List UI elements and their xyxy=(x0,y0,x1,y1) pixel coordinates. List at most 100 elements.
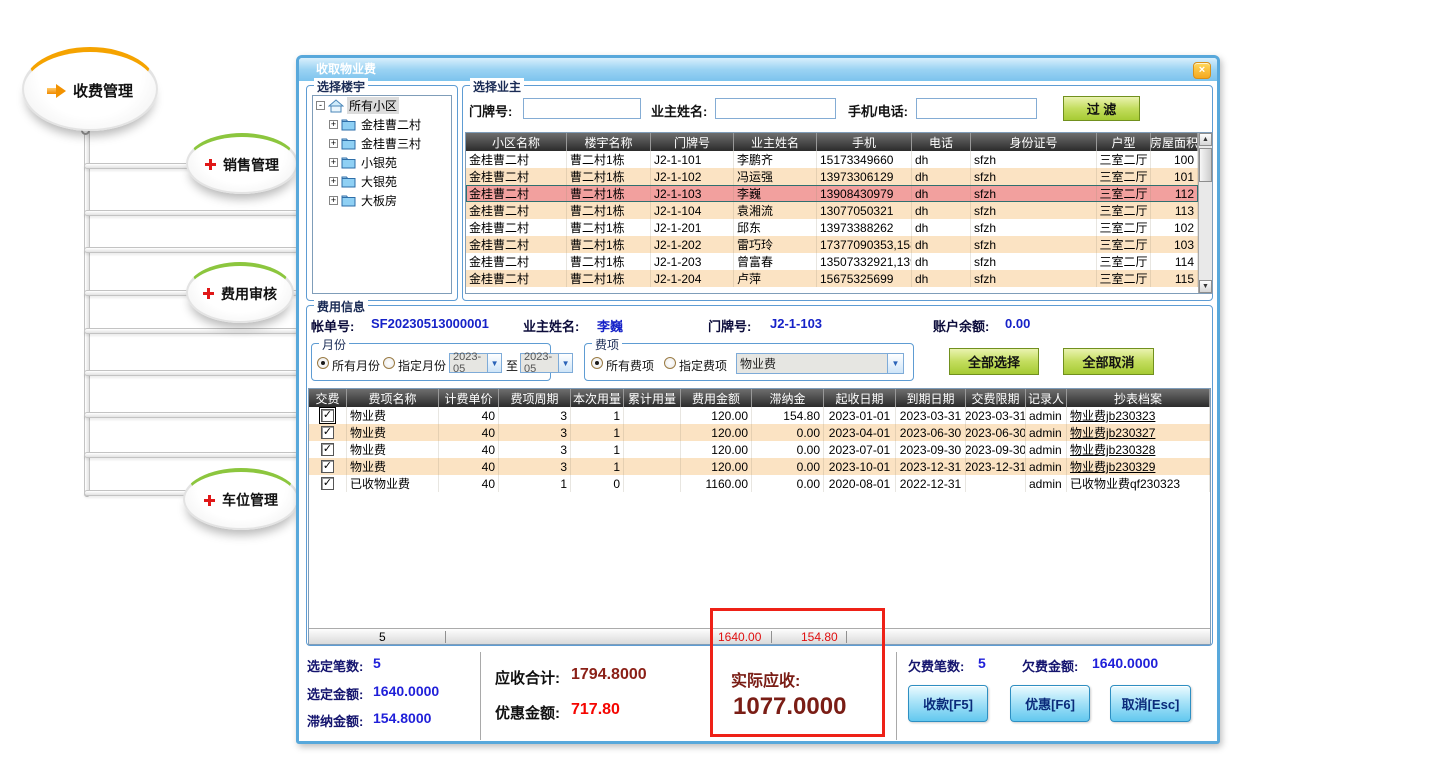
tree-item-label[interactable]: 小银苑 xyxy=(359,154,399,171)
nav-bubble-parking-management[interactable]: 车位管理 xyxy=(183,468,299,530)
tree-collapse-icon[interactable]: - xyxy=(316,101,325,110)
column-header[interactable]: 费项周期 xyxy=(499,389,571,407)
nav-bubble-fee-audit[interactable]: 费用审核 xyxy=(186,262,294,323)
fee-item-select[interactable]: 物业费 ▼ xyxy=(736,353,904,374)
all-items-radio[interactable] xyxy=(591,357,603,369)
column-header[interactable]: 费用金额 xyxy=(681,389,752,407)
close-icon[interactable]: × xyxy=(1193,62,1211,79)
tree-item[interactable]: + 大板房 xyxy=(313,191,451,210)
tree-item-label[interactable]: 金桂曹三村 xyxy=(359,135,423,152)
tree-expand-icon[interactable]: + xyxy=(329,196,338,205)
tree-item-label[interactable]: 大银苑 xyxy=(359,173,399,190)
owner-row[interactable]: 金桂曹二村曹二村1栋J2-1-102冯运强13973306129dhsfzh三室… xyxy=(466,168,1198,185)
column-header[interactable]: 费项名称 xyxy=(347,389,439,407)
scroll-up-icon[interactable]: ▲ xyxy=(1199,133,1212,146)
column-header[interactable]: 起收日期 xyxy=(824,389,896,407)
tree-expand-icon[interactable]: + xyxy=(329,120,338,129)
fee-row[interactable]: ✓物业费4031120.00154.802023-01-012023-03-31… xyxy=(309,407,1210,424)
tree-item[interactable]: + 大银苑 xyxy=(313,172,451,191)
tree-item[interactable]: + 金桂曹三村 xyxy=(313,134,451,153)
tree-item-label[interactable]: 所有小区 xyxy=(347,97,399,114)
column-header[interactable]: 交费限期 xyxy=(966,389,1026,407)
pay-checkbox[interactable]: ✓ xyxy=(321,477,334,490)
cancel-button[interactable]: 取消[Esc] xyxy=(1110,685,1191,722)
tree-item-root[interactable]: - 所有小区 xyxy=(313,96,451,115)
column-header[interactable]: 本次用量 xyxy=(571,389,624,407)
table-cell: ✓ xyxy=(309,475,347,492)
column-header[interactable]: 记录人 xyxy=(1026,389,1067,407)
tree-item[interactable]: + 小银苑 xyxy=(313,153,451,172)
column-header[interactable]: 滞纳金 xyxy=(752,389,824,407)
all-months-radio[interactable] xyxy=(317,357,329,369)
scrollbar-thumb[interactable] xyxy=(1199,148,1212,182)
meter-archive-cell[interactable]: 物业费jb230328 xyxy=(1067,441,1210,458)
column-header[interactable]: 累计用量 xyxy=(624,389,681,407)
pay-checkbox[interactable]: ✓ xyxy=(321,443,334,456)
owner-row[interactable]: 金桂曹二村曹二村1栋J2-1-204卢萍15675325699dhsfzh三室二… xyxy=(466,270,1198,287)
all-months-label[interactable]: 所有月份 xyxy=(332,357,380,374)
owner-table-scrollbar[interactable]: ▲ ▼ xyxy=(1198,133,1212,293)
fee-row[interactable]: ✓已收物业费40101160.000.002020-08-012022-12-3… xyxy=(309,475,1210,492)
tree-item-label[interactable]: 金桂曹二村 xyxy=(359,116,423,133)
chevron-down-icon[interactable]: ▼ xyxy=(487,354,501,372)
column-header[interactable]: 楼宇名称 xyxy=(567,133,651,151)
meter-archive-cell[interactable]: 物业费jb230327 xyxy=(1067,424,1210,441)
meter-archive-cell[interactable]: 物业费jb230329 xyxy=(1067,458,1210,475)
tree-expand-icon[interactable]: + xyxy=(329,158,338,167)
dialog-titlebar[interactable]: 收取物业费 xyxy=(299,58,1217,81)
column-header[interactable]: 户型 xyxy=(1097,133,1151,151)
discount-button[interactable]: 优惠[F6] xyxy=(1010,685,1090,722)
owner-row[interactable]: 金桂曹二村曹二村1栋J2-1-101李鹏齐15173349660dhsfzh三室… xyxy=(466,151,1198,168)
month-from-select[interactable]: 2023-05 ▼ xyxy=(449,353,502,373)
filter-button[interactable]: 过 滤 xyxy=(1063,96,1140,121)
specified-month-label[interactable]: 指定月份 xyxy=(398,357,446,374)
column-header[interactable]: 电话 xyxy=(912,133,971,151)
column-header[interactable]: 身份证号 xyxy=(971,133,1097,151)
pay-checkbox[interactable]: ✓ xyxy=(321,460,334,473)
chevron-down-icon[interactable]: ▼ xyxy=(887,354,903,373)
collect-button[interactable]: 收款[F5] xyxy=(908,685,988,722)
column-header[interactable]: 房屋面积 xyxy=(1151,133,1198,151)
scroll-down-icon[interactable]: ▼ xyxy=(1199,280,1212,293)
month-to-select[interactable]: 2023-05 ▼ xyxy=(520,353,573,373)
owner-row[interactable]: 金桂曹二村曹二村1栋J2-1-104袁湘流13077050321dhsfzh三室… xyxy=(466,202,1198,219)
tree-item-label[interactable]: 大板房 xyxy=(359,192,399,209)
chevron-down-icon[interactable]: ▼ xyxy=(558,354,572,372)
owner-row[interactable]: 金桂曹二村曹二村1栋J2-1-203曾富春13507332921,139dhsf… xyxy=(466,253,1198,270)
phone-input[interactable] xyxy=(916,98,1037,119)
owner-row[interactable]: 金桂曹二村曹二村1栋J2-1-201邱东13973388262dhsfzh三室二… xyxy=(466,219,1198,236)
specified-item-radio[interactable] xyxy=(664,357,676,369)
column-header[interactable]: 交费 xyxy=(309,389,347,407)
owner-row[interactable]: 金桂曹二村曹二村1栋J2-1-103李巍13908430979dhsfzh三室二… xyxy=(466,185,1198,202)
fee-row[interactable]: ✓物业费4031120.000.002023-07-012023-09-3020… xyxy=(309,441,1210,458)
column-header[interactable]: 手机 xyxy=(817,133,912,151)
column-header[interactable]: 门牌号 xyxy=(651,133,734,151)
pay-checkbox[interactable]: ✓ xyxy=(321,426,334,439)
nav-bubble-fee-management[interactable]: 收费管理 xyxy=(22,47,158,131)
table-cell: 金桂曹二村 xyxy=(466,253,567,270)
tree-item[interactable]: + 金桂曹二村 xyxy=(313,115,451,134)
door-no-input[interactable] xyxy=(523,98,641,119)
select-all-button[interactable]: 全部选择 xyxy=(949,348,1039,375)
tree-expand-icon[interactable]: + xyxy=(329,177,338,186)
specified-month-radio[interactable] xyxy=(383,357,395,369)
owner-name-input[interactable] xyxy=(715,98,836,119)
cancel-all-button[interactable]: 全部取消 xyxy=(1063,348,1154,375)
all-items-label[interactable]: 所有费项 xyxy=(606,357,654,374)
column-header[interactable]: 小区名称 xyxy=(466,133,567,151)
column-header[interactable]: 业主姓名 xyxy=(734,133,817,151)
meter-archive-cell[interactable]: 物业费jb230323 xyxy=(1067,407,1210,424)
table-cell: 40 xyxy=(439,475,499,492)
tree-expand-icon[interactable]: + xyxy=(329,139,338,148)
owner-row[interactable]: 金桂曹二村曹二村1栋J2-1-202雷巧玲17377090353,158dhsf… xyxy=(466,236,1198,253)
column-header[interactable]: 到期日期 xyxy=(896,389,966,407)
column-header[interactable]: 抄表档案 xyxy=(1067,389,1210,407)
column-header[interactable]: 计费单价 xyxy=(439,389,499,407)
specified-item-label[interactable]: 指定费项 xyxy=(679,357,727,374)
table-cell: 曹二村1栋 xyxy=(567,270,651,287)
pay-checkbox[interactable]: ✓ xyxy=(321,409,334,422)
fee-row[interactable]: ✓物业费4031120.000.002023-04-012023-06-3020… xyxy=(309,424,1210,441)
fee-row[interactable]: ✓物业费4031120.000.002023-10-012023-12-3120… xyxy=(309,458,1210,475)
actual-due-value: 1077.0000 xyxy=(733,693,846,721)
nav-bubble-sales-management[interactable]: 销售管理 xyxy=(186,133,298,194)
